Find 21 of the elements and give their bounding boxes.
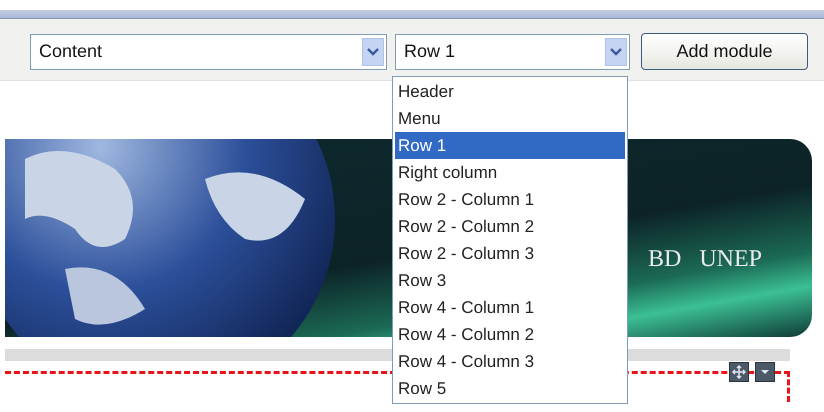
- dropdown-option[interactable]: Row 2 - Column 3: [395, 240, 625, 267]
- dropdown-option[interactable]: Row 4 - Column 2: [395, 321, 625, 348]
- dropdown-option[interactable]: Row 2 - Column 2: [395, 213, 625, 240]
- dropdown-option[interactable]: Row 4 - Column 3: [395, 348, 625, 375]
- position-select[interactable]: Content: [30, 34, 387, 70]
- row-select[interactable]: Row 1: [395, 34, 630, 70]
- dropdown-option[interactable]: Header: [395, 78, 625, 105]
- dropdown-option[interactable]: Row 5: [395, 375, 625, 402]
- dropdown-option[interactable]: Right column: [395, 159, 625, 186]
- caret-icon: [605, 38, 627, 66]
- caret-icon: [362, 38, 384, 66]
- dropdown-option[interactable]: Row 2 - Column 1: [395, 186, 625, 213]
- dropdown-option[interactable]: Menu: [395, 105, 625, 132]
- logo-text: BD: [648, 246, 682, 273]
- move-icon[interactable]: [729, 362, 749, 382]
- collapse-icon[interactable]: [755, 362, 775, 382]
- dropdown-option[interactable]: Row 3: [395, 267, 625, 294]
- dropdown-option[interactable]: Row 1: [395, 132, 625, 159]
- dropdown-option[interactable]: Row 4 - Column 1: [395, 294, 625, 321]
- add-module-button[interactable]: Add module: [641, 33, 808, 70]
- logo-text: UNEP: [699, 246, 762, 273]
